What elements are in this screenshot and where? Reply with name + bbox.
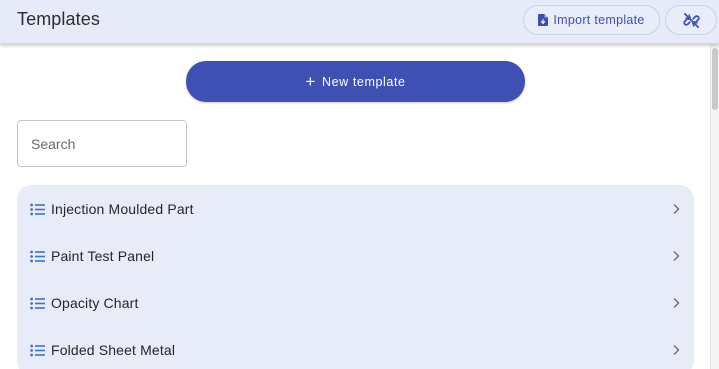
- plus-icon: +: [305, 71, 316, 91]
- new-template-button[interactable]: + New template: [186, 61, 525, 102]
- page-title: Templates: [17, 9, 100, 29]
- templates-page: Templates Import template + New template: [0, 0, 719, 369]
- new-template-label: New template: [321, 74, 406, 89]
- template-list: Injection Moulded Part Paint Test Panel: [17, 185, 694, 369]
- unlink-icon: [682, 12, 700, 28]
- list-icon: [30, 203, 45, 215]
- list-item-label: Opacity Chart: [51, 295, 139, 311]
- search-input[interactable]: [17, 120, 187, 167]
- unlink-button[interactable]: [665, 5, 717, 35]
- list-item[interactable]: Folded Sheet Metal: [17, 327, 694, 369]
- list-item-label: Folded Sheet Metal: [51, 342, 176, 358]
- chevron-right-icon: [673, 251, 680, 261]
- list-item[interactable]: Injection Moulded Part: [17, 186, 694, 232]
- chevron-right-icon: [673, 204, 680, 214]
- list-item-label: Paint Test Panel: [51, 248, 155, 264]
- list-item[interactable]: Paint Test Panel: [17, 233, 694, 279]
- list-icon: [30, 297, 45, 309]
- file-icon: [538, 14, 549, 26]
- chevron-right-icon: [673, 298, 680, 308]
- list-item-label: Injection Moulded Part: [51, 201, 194, 217]
- list-icon: [30, 344, 45, 356]
- app-header: Templates Import template: [0, 0, 719, 44]
- scrollbar-thumb[interactable]: [712, 48, 718, 110]
- list-item[interactable]: Opacity Chart: [17, 280, 694, 326]
- chevron-right-icon: [673, 345, 680, 355]
- list-icon: [30, 250, 45, 262]
- import-template-label: Import template: [553, 13, 645, 27]
- import-template-button[interactable]: Import template: [523, 5, 660, 35]
